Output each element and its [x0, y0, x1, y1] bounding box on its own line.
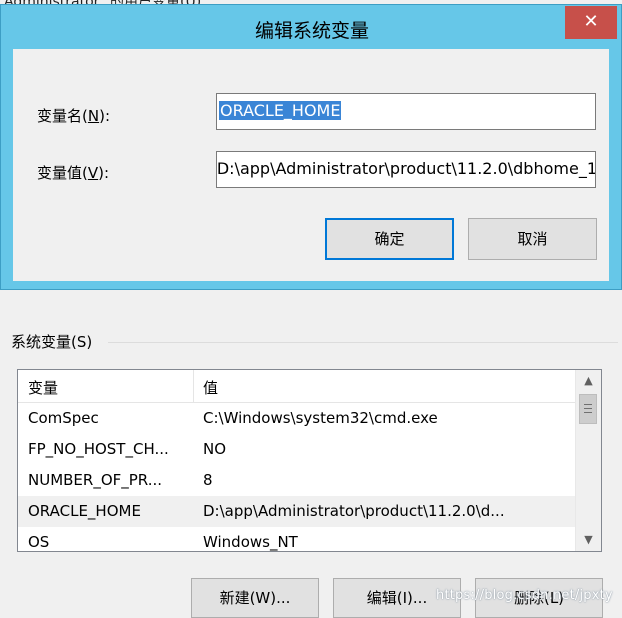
- variable-value-input[interactable]: D:\app\Administrator\product\11.2.0\dbho…: [216, 151, 596, 188]
- row-variable-name: OS: [28, 533, 50, 551]
- edit-system-variable-dialog: 编辑系统变量 ✕ 变量名(N): ORACLE_HOME 变量值(V): D:\…: [0, 4, 622, 290]
- row-variable-value: NO: [203, 440, 227, 458]
- variable-name-label: 变量名(N):: [37, 107, 111, 125]
- new-variable-button[interactable]: 新建(W)...: [191, 578, 319, 618]
- variable-value-label: 变量值(V):: [37, 164, 110, 182]
- scroll-down-arrow-icon[interactable]: ▼: [576, 529, 601, 551]
- close-icon[interactable]: ✕: [565, 6, 617, 39]
- vertical-scrollbar[interactable]: ▲ ▼: [575, 370, 601, 551]
- variable-name-input[interactable]: ORACLE_HOME: [216, 93, 596, 130]
- dialog-title: 编辑系统变量: [254, 20, 369, 42]
- row-variable-name: ORACLE_HOME: [28, 502, 141, 520]
- system-variables-list[interactable]: 变量 值 ComSpec C:\Windows\system32\cmd.exe…: [17, 369, 602, 552]
- system-variables-group-label: 系统变量(S): [11, 331, 99, 352]
- table-row[interactable]: ComSpec C:\Windows\system32\cmd.exe: [18, 403, 575, 434]
- scroll-up-arrow-icon[interactable]: ▲: [576, 370, 601, 392]
- column-header-value[interactable]: 值: [203, 377, 218, 398]
- ok-button[interactable]: 确定: [325, 218, 454, 260]
- cancel-button[interactable]: 取消: [468, 218, 597, 260]
- dialog-client-area: 变量名(N): ORACLE_HOME 变量值(V): D:\app\Admin…: [13, 49, 609, 281]
- variable-value-text: D:\app\Administrator\product\11.2.0\dbho…: [216, 159, 596, 178]
- table-row[interactable]: FP_NO_HOST_CH... NO: [18, 434, 575, 465]
- row-variable-value: 8: [203, 471, 213, 489]
- list-rows: ComSpec C:\Windows\system32\cmd.exe FP_N…: [18, 403, 575, 551]
- row-variable-value: Windows_NT: [203, 533, 298, 551]
- scrollbar-thumb[interactable]: [579, 394, 597, 424]
- group-divider: [108, 342, 618, 343]
- column-header-variable[interactable]: 变量: [28, 377, 58, 398]
- selected-text: ORACLE_HOME: [219, 101, 342, 120]
- row-variable-name: ComSpec: [28, 409, 99, 427]
- row-variable-value: D:\app\Administrator\product\11.2.0\d...: [203, 502, 505, 520]
- watermark: https://blog.csdn.net/jpxty: [436, 588, 613, 603]
- row-variable-name: FP_NO_HOST_CH...: [28, 440, 169, 458]
- row-variable-value: C:\Windows\system32\cmd.exe: [203, 409, 438, 427]
- table-row-selected[interactable]: ORACLE_HOME D:\app\Administrator\product…: [18, 496, 575, 527]
- row-variable-name: NUMBER_OF_PR...: [28, 471, 163, 489]
- column-divider[interactable]: [193, 370, 194, 402]
- table-row[interactable]: OS Windows_NT: [18, 527, 575, 551]
- table-row[interactable]: NUMBER_OF_PR... 8: [18, 465, 575, 496]
- list-header: 变量 值: [18, 370, 575, 403]
